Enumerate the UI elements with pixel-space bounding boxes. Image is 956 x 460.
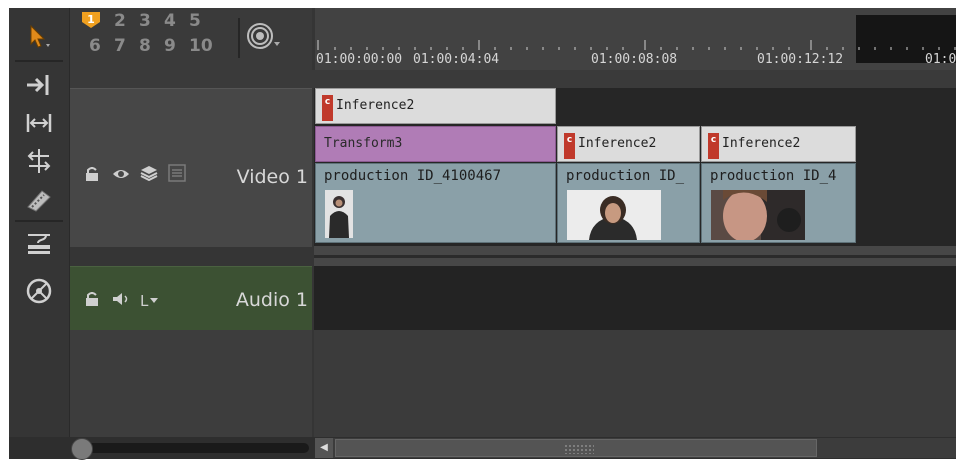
track-1-badge-icon[interactable]: 1 bbox=[81, 11, 101, 29]
disc-tool-icon[interactable] bbox=[19, 276, 59, 306]
timecode-2: 01:00:08:08 bbox=[591, 52, 678, 67]
effect-clip-inference-3[interactable]: c Inference2 bbox=[701, 126, 856, 162]
header-divider bbox=[238, 18, 240, 58]
audio-track-name: Audio 1 bbox=[235, 289, 308, 311]
slip-tool-icon[interactable] bbox=[19, 108, 59, 138]
clip-thumbnail bbox=[325, 190, 353, 238]
blend-icon[interactable] bbox=[168, 164, 186, 186]
channel-selector[interactable]: L bbox=[140, 291, 159, 310]
roll-tool-icon[interactable] bbox=[19, 146, 59, 176]
timecode-1: 01:00:04:04 bbox=[413, 52, 500, 67]
track-7-button[interactable]: 7 bbox=[114, 36, 126, 56]
track-4-button[interactable]: 4 bbox=[164, 11, 176, 31]
source-clip-2[interactable]: production ID_ bbox=[557, 163, 700, 243]
ruler-ticks bbox=[317, 40, 956, 50]
empty-header-area bbox=[70, 330, 312, 437]
chevron-down-icon bbox=[150, 297, 159, 303]
effect-tag-icon: c bbox=[322, 95, 333, 121]
transform-clip[interactable]: Transform3 bbox=[315, 126, 556, 162]
source-clip-label: production ID_ bbox=[566, 168, 685, 184]
effect-clip-label: Inference2 bbox=[722, 136, 801, 151]
video-track-name: Video 1 bbox=[236, 166, 308, 188]
track-10-button[interactable]: 10 bbox=[189, 36, 213, 56]
insert-tool-icon[interactable] bbox=[19, 228, 59, 258]
eye-icon[interactable] bbox=[112, 166, 130, 185]
empty-lane-area bbox=[314, 330, 956, 437]
track-2-button[interactable]: 2 bbox=[114, 11, 126, 31]
effect-tag-icon: c bbox=[708, 133, 719, 159]
layers-icon[interactable] bbox=[140, 165, 158, 185]
clip-thumbnail bbox=[711, 190, 805, 240]
track-1-number: 1 bbox=[87, 13, 95, 26]
effect-clip-label: Inference2 bbox=[336, 98, 415, 113]
transform-clip-label: Transform3 bbox=[324, 136, 403, 151]
audio-track-header[interactable]: L Audio 1 bbox=[70, 266, 312, 331]
effect-clip-label: Inference2 bbox=[578, 136, 657, 151]
timecode-0: 01:00:00:00 bbox=[316, 52, 403, 67]
track-forward-icon[interactable] bbox=[19, 70, 59, 100]
tool-divider bbox=[15, 220, 63, 222]
timecode-4: 01:0 bbox=[925, 52, 956, 67]
razor-tool-icon[interactable] bbox=[19, 184, 59, 214]
scrollbar-thumb[interactable] bbox=[335, 439, 817, 457]
horizontal-scrollbar[interactable]: ◀ bbox=[315, 438, 956, 458]
source-clip-label: production ID_4100467 bbox=[324, 168, 502, 184]
bottom-bar: ◀ bbox=[9, 437, 956, 460]
effect-clip-inference-top[interactable]: c Inference2 bbox=[315, 88, 556, 124]
tool-divider bbox=[15, 60, 63, 62]
track-3-button[interactable]: 3 bbox=[139, 11, 151, 31]
tool-column bbox=[9, 8, 70, 459]
zoom-slider-handle[interactable] bbox=[71, 438, 93, 460]
track-divider bbox=[314, 246, 956, 266]
source-clip-3[interactable]: production ID_4 bbox=[701, 163, 856, 243]
select-tool-icon[interactable] bbox=[19, 22, 59, 52]
source-clip-1[interactable]: production ID_4100467 bbox=[315, 163, 556, 243]
channel-label: L bbox=[140, 291, 149, 310]
header-spacer bbox=[70, 70, 956, 88]
effect-clip-inference-2[interactable]: c Inference2 bbox=[557, 126, 700, 162]
effect-tag-icon: c bbox=[564, 133, 575, 159]
timecode-3: 01:00:12:12 bbox=[757, 52, 844, 67]
speaker-icon[interactable] bbox=[112, 291, 130, 310]
source-clip-label: production ID_4 bbox=[710, 168, 837, 184]
zoom-slider[interactable] bbox=[71, 438, 309, 460]
audio-lane bbox=[314, 266, 956, 330]
scroll-left-arrow-icon[interactable]: ◀ bbox=[315, 438, 333, 458]
track-9-button[interactable]: 9 bbox=[164, 36, 176, 56]
lock-icon[interactable] bbox=[84, 291, 102, 310]
track-5-button[interactable]: 5 bbox=[189, 11, 201, 31]
clip-thumbnail bbox=[567, 190, 661, 240]
timeline-panel: 1 2 3 4 5 6 7 8 9 10 01:00:00:00 01:00:0… bbox=[9, 8, 956, 460]
track-6-button[interactable]: 6 bbox=[89, 36, 101, 56]
grip-icon bbox=[564, 444, 594, 454]
time-ruler[interactable]: 01:00:00:00 01:00:04:04 01:00:08:08 01:0… bbox=[315, 8, 956, 70]
snap-target-icon[interactable] bbox=[246, 20, 282, 58]
track-selector: 1 2 3 4 5 6 7 8 9 10 bbox=[70, 8, 312, 70]
track-8-button[interactable]: 8 bbox=[139, 36, 151, 56]
video-track-header[interactable]: Video 1 bbox=[70, 88, 312, 247]
lock-icon[interactable] bbox=[84, 166, 102, 185]
